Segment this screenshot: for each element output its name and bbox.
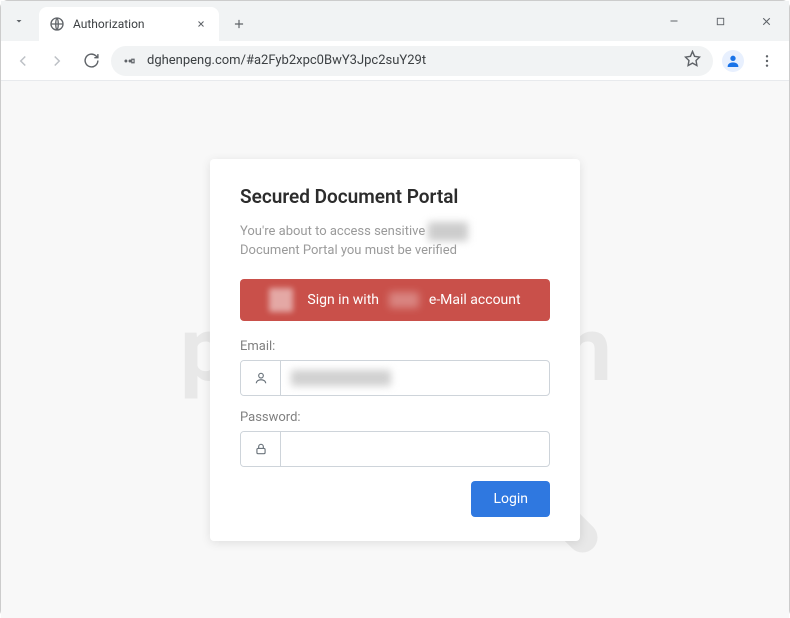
- profile-button[interactable]: [719, 47, 747, 75]
- password-input[interactable]: [281, 432, 549, 466]
- provider-logo-redacted: [269, 288, 293, 312]
- maximize-button[interactable]: [697, 1, 743, 41]
- url-text: dghenpeng.com/#a2Fyb2xpc0BwY3Jpc2suY29t: [147, 53, 674, 68]
- close-window-button[interactable]: [743, 1, 789, 41]
- email-value-redacted: [291, 370, 391, 386]
- login-button[interactable]: Login: [471, 481, 550, 517]
- user-icon: [241, 361, 281, 395]
- redacted-text: xxx: [428, 222, 467, 242]
- avatar-icon: [722, 50, 744, 72]
- globe-icon: [49, 16, 65, 32]
- forward-button[interactable]: [43, 47, 71, 75]
- reload-button[interactable]: [77, 47, 105, 75]
- bookmark-star-icon[interactable]: [684, 50, 701, 71]
- email-input-group: [240, 360, 550, 396]
- lock-icon: [241, 432, 281, 466]
- close-icon[interactable]: [193, 16, 209, 32]
- card-title: Secured Document Portal: [240, 185, 550, 208]
- browser-tab[interactable]: Authorization: [39, 7, 219, 41]
- sso-signin-button[interactable]: Sign in with xx e-Mail account: [240, 279, 550, 321]
- back-button[interactable]: [9, 47, 37, 75]
- password-label: Password:: [240, 410, 550, 425]
- address-bar[interactable]: dghenpeng.com/#a2Fyb2xpc0BwY3Jpc2suY29t: [111, 46, 713, 76]
- email-input[interactable]: [401, 361, 421, 395]
- tab-search-dropdown[interactable]: [1, 1, 37, 41]
- password-input-group: [240, 431, 550, 467]
- site-info-icon[interactable]: [123, 54, 137, 68]
- minimize-button[interactable]: [651, 1, 697, 41]
- login-card: Secured Document Portal You're about to …: [210, 159, 580, 541]
- redacted-text: xx: [389, 292, 419, 308]
- new-tab-button[interactable]: [225, 10, 253, 38]
- card-subtitle: You're about to access sensitive xxx Doc…: [240, 222, 550, 261]
- email-label: Email:: [240, 339, 550, 354]
- signin-text-prefix: Sign in with: [307, 292, 379, 308]
- tab-title: Authorization: [73, 17, 185, 31]
- kebab-menu-icon[interactable]: [753, 47, 781, 75]
- signin-text-suffix: e-Mail account: [429, 292, 521, 308]
